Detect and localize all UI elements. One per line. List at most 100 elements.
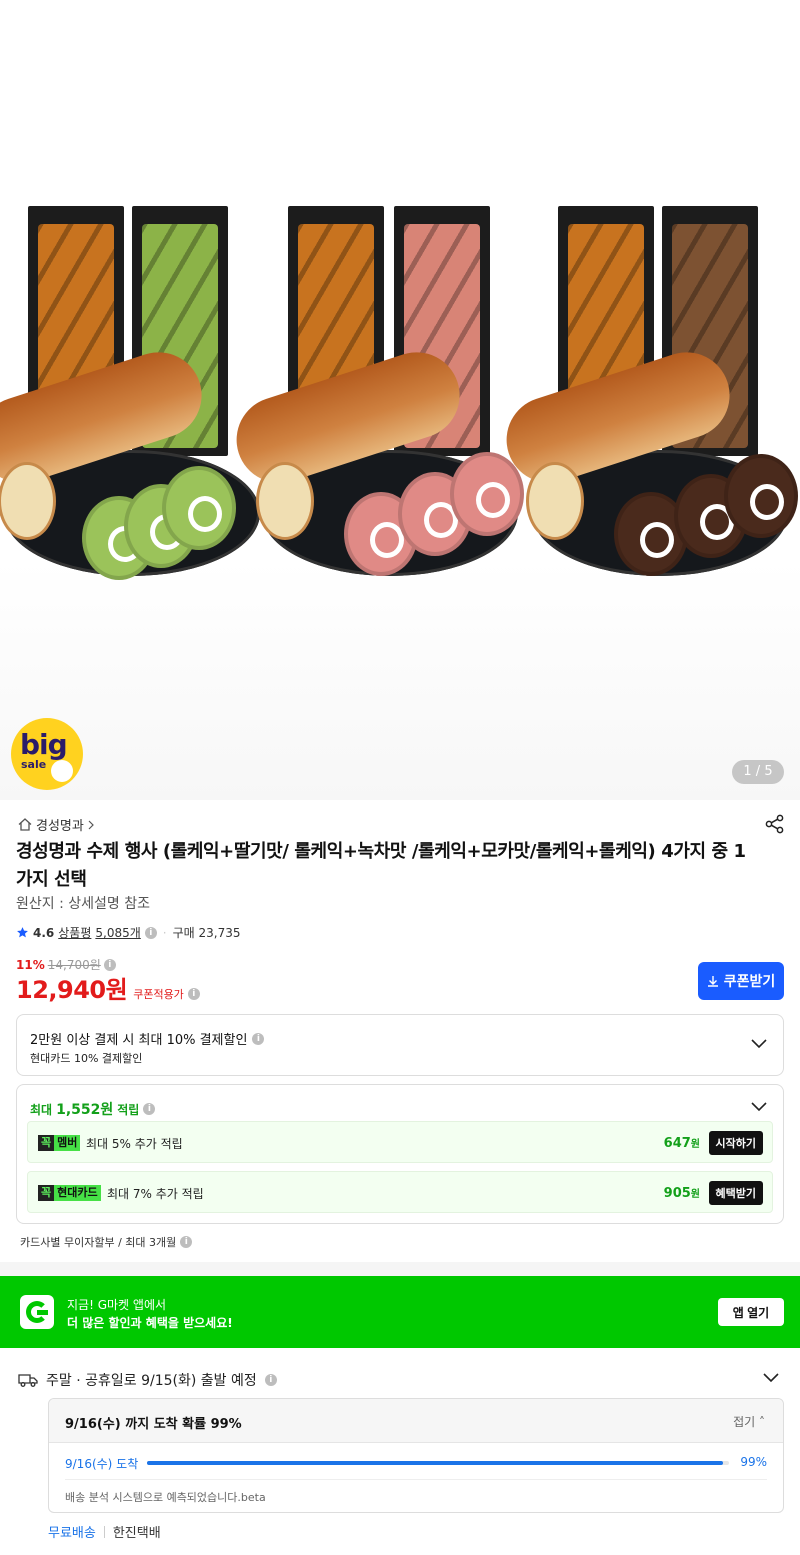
info-icon[interactable]: i <box>180 1236 193 1248</box>
chevron-down-icon[interactable] <box>763 1373 779 1383</box>
chevron-right-icon <box>88 820 94 829</box>
shipping-summary-text: 주말 · 공휴일로 9/15(화) 출발 예정 <box>46 1373 257 1389</box>
price-row: 12,940원 쿠폰적용가 i <box>16 970 200 1005</box>
fold-button[interactable]: 접기 ˄ <box>733 1413 765 1430</box>
info-icon[interactable]: i <box>144 926 157 939</box>
product-photo-strawberry <box>225 200 528 580</box>
arrival-row: 9/16(수) 도착 99% <box>65 1455 767 1473</box>
points-row-desc: 최대 7% 추가 적립 <box>107 1187 204 1201</box>
start-membership-button[interactable]: 시작하기 <box>708 1131 763 1155</box>
carrier-name: 한진택배 <box>112 1526 161 1541</box>
shipping-summary[interactable]: 주말 · 공휴일로 9/15(화) 출발 예정 i <box>18 1370 277 1390</box>
arrival-progress-track <box>147 1461 729 1465</box>
open-app-button[interactable]: 앱 열기 <box>718 1298 784 1326</box>
banner-line1: 지금! G마켓 앱에서 <box>67 1298 167 1312</box>
home-icon <box>18 818 32 831</box>
payment-discount-card[interactable]: 2만원 이상 결제 시 최대 10% 결제할인 i 현대카드 10% 결제할인 <box>16 1014 784 1076</box>
divider <box>65 1479 767 1480</box>
points-suffix: 적립 <box>117 1102 140 1117</box>
coupon-download-button[interactable]: 쿠폰받기 <box>698 962 784 1000</box>
cake-slice <box>724 454 798 538</box>
info-icon[interactable]: i <box>103 958 116 971</box>
chevron-up-icon: ˄ <box>759 1415 765 1429</box>
points-row-hyundai-card: 꼭 현대카드 최대 7% 추가 적립 905원 혜택받기 <box>27 1171 773 1213</box>
store-name: 경성명과 <box>36 819 84 834</box>
rating-row: 4.6 상품평 5,085개 i · 구매 23,735 <box>16 924 241 941</box>
purchase-count: 구매 23,735 <box>172 926 241 940</box>
big-sale-badge: big sale <box>11 718 83 790</box>
member-tag: 꼭 멤버 <box>38 1135 81 1151</box>
info-icon[interactable]: i <box>187 988 200 1000</box>
product-photo-strawberry-green-tea <box>0 200 270 580</box>
banner-line2: 더 많은 할인과 혜택을 받으세요! <box>67 1316 233 1330</box>
roll-cake-end <box>256 462 314 540</box>
share-icon[interactable] <box>765 814 785 834</box>
cake-slice <box>162 466 236 550</box>
star-icon <box>17 927 28 938</box>
section-divider <box>0 1262 800 1276</box>
truck-icon <box>18 1374 38 1387</box>
points-card: 최대 1,552원 적립 i 꼭 멤버 최대 5% 추가 적립 647원 시작하기… <box>16 1084 784 1224</box>
rating-score: 4.6 <box>33 925 55 940</box>
tag-name: 멤버 <box>54 1135 81 1151</box>
roll-cake-end <box>526 462 584 540</box>
fold-label: 접기 <box>733 1415 756 1429</box>
badge-sale-text: sale <box>21 758 47 771</box>
info-icon[interactable]: i <box>264 1374 277 1386</box>
info-icon[interactable]: i <box>143 1103 156 1115</box>
bunny-mascot-icon <box>51 760 73 782</box>
divider: · <box>162 925 167 940</box>
product-title: 경성명과 수제 행사 (롤케익+딸기맛/ 롤케익+녹차맛 /롤케익+모카맛/롤케… <box>16 841 746 890</box>
sale-price: 12,940원 <box>16 976 128 1004</box>
points-row-value: 647원 <box>664 1135 700 1151</box>
badge-big-text: big <box>20 728 68 761</box>
payment-discount-detail: 현대카드 10% 결제할인 <box>30 1052 143 1065</box>
delivery-forecast-panel: 9/16(수) 까지 도착 확률 99% 접기 ˄ 9/16(수) 도착 99%… <box>48 1398 784 1513</box>
tag-name: 현대카드 <box>54 1185 101 1201</box>
coupon-price-note: 쿠폰적용가 i <box>133 986 200 1002</box>
payment-discount-text: 2만원 이상 결제 시 최대 10% 결제할인 <box>30 1033 248 1048</box>
product-image[interactable]: big sale 1 / 5 <box>0 0 800 800</box>
cake-slice <box>450 452 524 536</box>
review-link-label[interactable]: 상품평 <box>58 924 91 941</box>
tag-prefix: 꼭 <box>38 1135 55 1151</box>
points-value-number: 905 <box>663 1186 691 1201</box>
get-benefit-button[interactable]: 혜택받기 <box>708 1181 763 1205</box>
arrival-date: 9/16(수) 도착 <box>65 1457 139 1471</box>
chevron-down-icon[interactable] <box>751 1039 767 1049</box>
coupon-button-label: 쿠폰받기 <box>723 973 776 989</box>
divider <box>103 1525 105 1538</box>
origin-info: 원산지 : 상세설명 참조 <box>16 896 150 912</box>
info-icon[interactable]: i <box>252 1032 265 1045</box>
points-amount: 1,552원 <box>56 1102 114 1118</box>
points-prefix: 최대 <box>30 1102 53 1117</box>
forecast-note: 배송 분석 시스템으로 예측되었습니다.beta <box>65 1491 266 1504</box>
free-shipping-label: 무료배송 <box>48 1526 96 1541</box>
points-header: 최대 1,552원 적립 i <box>30 1099 156 1119</box>
image-pager: 1 / 5 <box>732 760 784 784</box>
tag-prefix: 꼭 <box>38 1185 55 1201</box>
arrival-percent: 99% <box>740 1455 767 1469</box>
coupon-price-label: 쿠폰적용가 <box>133 988 184 1001</box>
arrival-probability: 9/16(수) 까지 도착 확률 99% <box>65 1417 242 1432</box>
product-photo-mocha <box>495 200 798 580</box>
points-row-desc: 최대 5% 추가 적립 <box>86 1137 183 1151</box>
chevron-down-icon[interactable] <box>751 1102 767 1112</box>
hyundai-card-tag: 꼭 현대카드 <box>38 1185 101 1201</box>
store-link[interactable]: 경성명과 <box>18 815 94 834</box>
points-value-number: 647 <box>663 1136 691 1151</box>
payment-discount-title: 2만원 이상 결제 시 최대 10% 결제할인 i <box>30 1029 265 1048</box>
download-icon <box>707 976 718 987</box>
app-promo-banner: 지금! G마켓 앱에서 더 많은 할인과 혜택을 받으세요! 앱 열기 <box>0 1276 800 1348</box>
points-value-unit: 원 <box>690 1189 700 1200</box>
installment-text: 카드사별 무이자할부 / 최대 3개월 <box>20 1236 177 1249</box>
roll-cake-end <box>0 462 56 540</box>
installment-info: 카드사별 무이자할부 / 최대 3개월 i <box>20 1234 193 1250</box>
image-background <box>0 560 800 800</box>
delivery-forecast-header: 9/16(수) 까지 도착 확률 99% 접기 ˄ <box>49 1399 783 1443</box>
points-row-value: 905원 <box>664 1185 700 1201</box>
arrival-progress-fill <box>147 1461 724 1465</box>
gmarket-logo-icon <box>20 1295 54 1329</box>
points-value-unit: 원 <box>690 1139 700 1150</box>
review-count[interactable]: 5,085개 <box>95 924 140 941</box>
